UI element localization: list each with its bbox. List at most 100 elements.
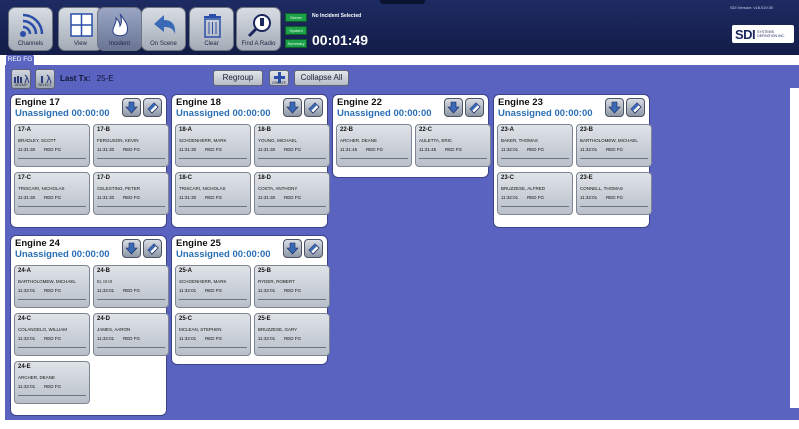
on-scene-button[interactable]: On Scene: [141, 7, 186, 51]
find-radio-button[interactable]: Find A Radio: [236, 7, 281, 51]
member-name: AULETTA, ERIC: [419, 138, 453, 143]
member-card[interactable]: 22-C AULETTA, ERIC 11:31:45 RED FG: [415, 124, 491, 167]
unit-panel[interactable]: Engine 18 Unassigned 00:00:00 18-A SCHOENHE…: [171, 94, 330, 228]
main-area: GROUP SELECT Last Tx: 25-E Regroup CREATE…: [5, 65, 799, 420]
member-card[interactable]: 18-A SCHOENHERR, MARK 11:31:30 RED FG: [175, 124, 251, 167]
member-group: RED FG: [527, 195, 545, 200]
select-tool-button[interactable]: SELECT: [35, 69, 55, 89]
member-time: 11:31:30: [97, 147, 115, 152]
bottom-strip: [0, 420, 799, 429]
summary-badge: Summary: [285, 39, 307, 48]
member-card[interactable]: 22-B ARCHER, DEANE 11:31:45 RED FG: [336, 124, 412, 167]
create-button[interactable]: CREATE: [269, 70, 289, 86]
member-card[interactable]: 18-B YOUNG, MICHAEL 11:31:30 RED FG: [254, 124, 330, 167]
member-name: COLANGELO, WILLIAM: [18, 327, 68, 332]
member-name: ARCHER, DEANE: [340, 138, 378, 143]
member-card[interactable]: 25-A SCHOENHERR, MARK 11:32:01 RED FG: [175, 265, 251, 308]
member-id: 18-B: [258, 127, 272, 133]
member-card[interactable]: 24-A BARTHOLOMEW, MICHAEL 11:32:01 RED FG: [14, 265, 90, 308]
member-id: 22-C: [419, 127, 433, 133]
member-card[interactable]: 18-C TRISCARI, NICHOLAS 11:31:30 RED FG: [175, 172, 251, 215]
channels-label: Channels: [17, 41, 44, 47]
right-side-panel[interactable]: [790, 88, 799, 408]
top-toolbar: Channels View Incident On Scene Clear Fi…: [0, 0, 799, 55]
member-card[interactable]: 25-C MCLEAN, STEPHEN 11:32:01 RED FG: [175, 313, 251, 356]
member-card[interactable]: 24-C COLANGELO, WILLIAM 11:32:01 RED FG: [14, 313, 90, 356]
unit-panel[interactable]: Engine 25 Unassigned 00:00:00 25-A SCHOENHE…: [171, 235, 330, 365]
clear-button[interactable]: Clear: [189, 7, 234, 51]
collapse-all-button[interactable]: Collapse All: [294, 70, 349, 86]
member-card[interactable]: 17-C TRISCARI, NICHOLAS 11:31:30 RED FG: [14, 172, 90, 215]
unit-download-button[interactable]: [444, 98, 463, 117]
version-text: SDI Version: v18.019.00: [730, 5, 774, 10]
member-card[interactable]: 23-B BARTHOLOMEW, MICHAEL 11:32:01 RED FG: [576, 124, 652, 167]
member-id: 24-A: [18, 268, 32, 274]
member-id: 22-B: [340, 127, 354, 133]
member-card[interactable]: 24-E ARCHER, DEANE 11:32:01 RED FG: [14, 361, 90, 404]
member-divider: [97, 347, 165, 348]
member-card[interactable]: 23-E CONNELL, THOMAS 11:32:01 RED FG: [576, 172, 652, 215]
member-card[interactable]: 17-D CELESTINO, PETER 11:31:30 RED FG: [93, 172, 169, 215]
member-card[interactable]: 17-B FERGUSON, KEVIN 11:31:30 RED FG: [93, 124, 169, 167]
member-time: 11:31:30: [97, 195, 115, 200]
unit-clear-button[interactable]: [465, 98, 484, 117]
member-card[interactable]: 23-C BRUZZESE, ALFRED 11:32:01 RED FG: [497, 172, 573, 215]
unit-panel[interactable]: Engine 22 Unassigned 00:00:00 22-B ARCHER, …: [332, 94, 491, 178]
member-card[interactable]: 23-A BAKER, THOMAS 11:32:01 RED FG: [497, 124, 573, 167]
unit-clear-button[interactable]: [304, 239, 323, 258]
member-card[interactable]: 24-B III, III III 11:32:01 RED FG: [93, 265, 169, 308]
member-group: RED FG: [123, 147, 141, 152]
download-arrow-icon: [125, 242, 138, 255]
unit-clear-button[interactable]: [304, 98, 323, 117]
channels-button[interactable]: Channels: [8, 7, 53, 51]
incident-button[interactable]: Incident: [97, 7, 142, 51]
member-time: 11:32:01: [258, 288, 276, 293]
member-divider: [179, 299, 247, 300]
member-divider: [580, 206, 648, 207]
member-divider: [258, 347, 326, 348]
member-time: 11:32:01: [18, 336, 36, 341]
unit-clear-button[interactable]: [626, 98, 645, 117]
unit-download-button[interactable]: [605, 98, 624, 117]
member-time: 11:32:01: [580, 195, 598, 200]
member-id: 25-B: [258, 268, 272, 274]
last-tx-label: Last Tx:: [60, 74, 91, 83]
member-name: BRADLEY, SCOTT: [18, 138, 57, 143]
member-card[interactable]: 25-E BRUZZESE, GARY 11:32:01 RED FG: [254, 313, 330, 356]
regroup-button[interactable]: Regroup: [213, 70, 263, 86]
download-arrow-icon: [286, 242, 299, 255]
wifi-icon: [20, 13, 44, 37]
member-group: RED FG: [44, 147, 62, 152]
member-card[interactable]: 17-A BRADLEY, SCOTT 11:31:30 RED FG: [14, 124, 90, 167]
member-card[interactable]: 18-D COSTA, ANTHONY 11:31:30 RED FG: [254, 172, 330, 215]
tab-red-fg[interactable]: RED FG: [6, 55, 34, 65]
member-divider: [258, 206, 326, 207]
member-name: RYDER, ROBERT: [258, 279, 295, 284]
unit-clear-button[interactable]: [143, 239, 162, 258]
unit-panel[interactable]: Engine 17 Unassigned 00:00:00 17-A BRADLEY,…: [10, 94, 169, 228]
member-divider: [258, 158, 326, 159]
member-time: 11:32:01: [580, 147, 598, 152]
member-card[interactable]: 24-D JAMES, AARON 11:32:01 RED FG: [93, 313, 169, 356]
member-time: 11:32:01: [18, 384, 36, 389]
unit-download-button[interactable]: [283, 239, 302, 258]
member-name: BRUZZESE, GARY: [258, 327, 298, 332]
member-id: 25-C: [179, 316, 193, 322]
unit-download-button[interactable]: [122, 98, 141, 117]
unit-panel[interactable]: Engine 23 Unassigned 00:00:00 23-A BAKER, T…: [493, 94, 652, 228]
member-card[interactable]: 25-B RYDER, ROBERT 11:32:01 RED FG: [254, 265, 330, 308]
unit-title: Engine 25: [176, 238, 221, 249]
member-time: 11:32:01: [97, 288, 115, 293]
unit-clear-button[interactable]: [143, 98, 162, 117]
member-id: 24-C: [18, 316, 32, 322]
group-tool-button[interactable]: GROUP: [11, 69, 31, 89]
member-group: RED FG: [284, 195, 302, 200]
top-handle[interactable]: [380, 0, 425, 4]
unit-panel[interactable]: Engine 24 Unassigned 00:00:00 24-A BARTHOLO…: [10, 235, 169, 416]
unit-download-button[interactable]: [283, 98, 302, 117]
member-divider: [97, 158, 165, 159]
unit-download-button[interactable]: [122, 239, 141, 258]
unit-title: Engine 24: [15, 238, 60, 249]
eraser-icon: [147, 243, 159, 255]
member-id: 17-A: [18, 127, 32, 133]
